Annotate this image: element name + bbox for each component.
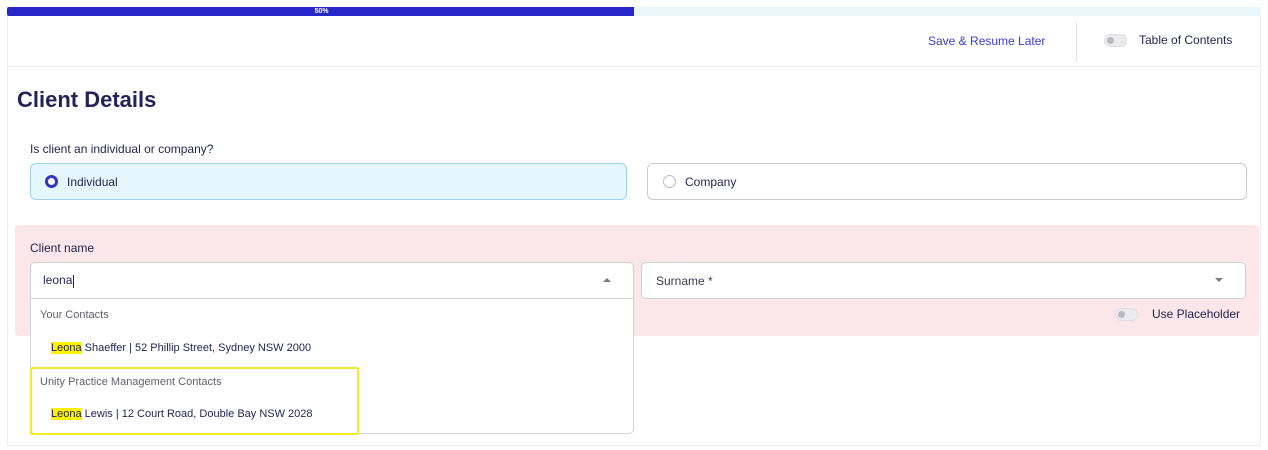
first-name-combobox[interactable]: leona [30, 262, 634, 299]
header-divider [1076, 22, 1077, 62]
toggle-switch-icon[interactable] [1104, 33, 1127, 47]
toggle-switch-icon[interactable] [1115, 307, 1138, 321]
save-resume-later-link[interactable]: Save & Resume Later [928, 34, 1045, 48]
progress-label: 50% [314, 8, 329, 15]
surname-placeholder: Surname * [656, 273, 713, 288]
client-name-label: Client name [30, 241, 95, 255]
radio-checked-icon[interactable] [45, 175, 58, 188]
text-cursor [73, 274, 75, 288]
option-individual-label: Individual [67, 174, 118, 189]
progress-bar: 50% [7, 7, 1261, 16]
group-header-your-contacts: Your Contacts [40, 309, 109, 321]
option-company[interactable]: Company [647, 163, 1247, 200]
chevron-up-icon[interactable] [603, 278, 611, 282]
option-company-label: Company [685, 174, 737, 189]
contact-option[interactable]: Leona Shaeffer | 52 Phillip Street, Sydn… [51, 342, 311, 354]
table-of-contents-toggle[interactable]: Table of Contents [1104, 33, 1232, 47]
option-individual[interactable]: Individual [30, 163, 627, 200]
chevron-down-icon[interactable] [1215, 278, 1223, 282]
annotation-highlight-box [30, 367, 359, 435]
form-header: Save & Resume Later Table of Contents [7, 16, 1261, 67]
use-placeholder-toggle[interactable]: Use Placeholder [1115, 307, 1240, 321]
use-placeholder-label: Use Placeholder [1152, 307, 1241, 321]
first-name-input-value[interactable]: leona [31, 273, 75, 288]
surname-combobox[interactable]: Surname * [641, 262, 1246, 299]
radio-unchecked-icon[interactable] [663, 175, 676, 188]
match-highlight: Leona [51, 342, 82, 354]
client-type-question: Is client an individual or company? [30, 142, 214, 156]
page-title: Client Details [17, 87, 157, 112]
table-of-contents-label: Table of Contents [1139, 33, 1233, 47]
